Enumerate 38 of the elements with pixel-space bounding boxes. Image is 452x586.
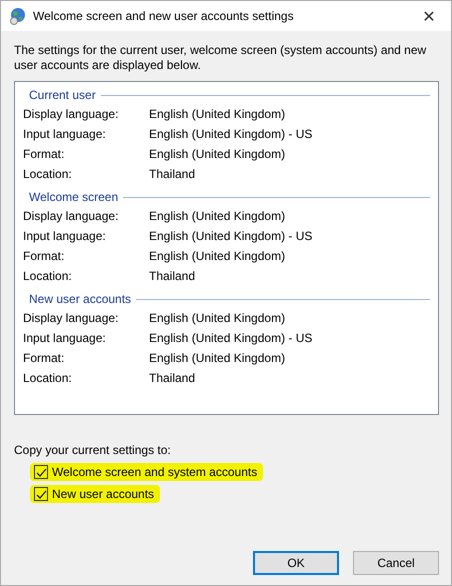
window-title: Welcome screen and new user accounts settings (33, 9, 295, 23)
checkbox[interactable] (34, 465, 48, 479)
setting-value: English (United Kingdom) (149, 311, 286, 325)
setting-label: Format: (23, 147, 66, 161)
close-button[interactable]: ✕ (407, 1, 451, 31)
setting-value: English (United Kingdom) - US (149, 331, 312, 345)
setting-value: English (United Kingdom) (149, 147, 286, 161)
setting-label: Display language: (23, 209, 120, 223)
section-heading: Welcome screen (29, 190, 118, 204)
setting-value: English (United Kingdom) - US (149, 229, 312, 243)
setting-value: English (United Kingdom) (149, 351, 286, 365)
section-heading: New user accounts (29, 292, 132, 306)
checkbox[interactable] (34, 487, 48, 501)
setting-label: Input language: (23, 127, 107, 141)
checkbox-option[interactable]: Welcome screen and system accounts (30, 463, 264, 481)
setting-value: English (United Kingdom) (149, 107, 286, 121)
dialog-button[interactable]: OK (253, 551, 339, 575)
setting-label: Location: (23, 167, 73, 181)
setting-value: Thailand (149, 269, 196, 283)
setting-value: English (United Kingdom) - US (149, 127, 312, 141)
setting-value: Thailand (149, 371, 196, 385)
setting-label: Location: (23, 371, 73, 385)
setting-value: Thailand (149, 167, 196, 181)
globe-icon (9, 7, 27, 25)
setting-label: Input language: (23, 331, 107, 345)
copy-label: Copy your current settings to: (14, 443, 172, 457)
setting-label: Format: (23, 249, 66, 263)
setting-label: Format: (23, 351, 66, 365)
dialog-button[interactable]: Cancel (353, 551, 439, 575)
setting-label: Display language: (23, 107, 120, 121)
setting-label: Display language: (23, 311, 120, 325)
setting-label: Location: (23, 269, 73, 283)
setting-value: English (United Kingdom) (149, 249, 286, 263)
setting-label: Input language: (23, 229, 107, 243)
setting-value: English (United Kingdom) (149, 209, 286, 223)
section-heading: Current user (29, 88, 96, 102)
checkbox-option[interactable]: New user accounts (30, 485, 160, 503)
description-text: The settings for the current user, welcome screen (system accounts) and new user accounts are displayed below. (14, 43, 428, 73)
